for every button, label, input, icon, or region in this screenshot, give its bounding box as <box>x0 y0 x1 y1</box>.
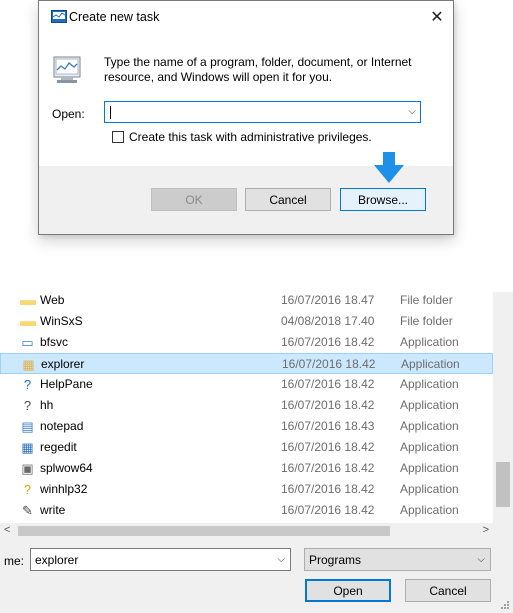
chevron-down-icon[interactable]: ⌵ <box>408 106 416 117</box>
admin-privileges-checkbox[interactable] <box>112 131 124 143</box>
file-type: File folder <box>400 314 453 328</box>
file-dialog-bottom-bar: me: explorer ⌵ Programs ⌵ Open Cancel <box>0 539 513 613</box>
file-row[interactable]: ▦ regedit 16/07/2016 18.42 Application <box>0 437 493 458</box>
file-row[interactable]: ▤ notepad 16/07/2016 18.43 Application <box>0 416 493 437</box>
printer-icon: ▣ <box>21 461 34 476</box>
close-icon[interactable]: ✕ <box>421 1 453 33</box>
cancel-file-button[interactable]: Cancel <box>405 579 491 602</box>
help-question-icon: ? <box>23 482 32 497</box>
file-date-modified: 16/07/2016 18.43 <box>281 419 375 433</box>
dialog-description: Type the name of a program, folder, docu… <box>104 55 412 84</box>
browse-button[interactable]: Browse... <box>340 188 426 211</box>
file-type: Application <box>400 440 459 454</box>
dialog-titlebar: Create new task ✕ <box>39 1 453 33</box>
file-name: splwow64 <box>40 461 93 475</box>
file-type: Application <box>400 335 459 349</box>
file-date-modified: 04/08/2018 17.40 <box>281 314 375 328</box>
file-row[interactable]: ▣ splwow64 16/07/2016 18.42 Application <box>0 458 493 479</box>
file-row[interactable]: ? HelpPane 16/07/2016 18.42 Application <box>0 374 493 395</box>
file-row[interactable]: ▬ WinSxS 04/08/2018 17.40 File folder <box>0 311 493 332</box>
file-row[interactable]: ? winhlp32 16/07/2016 18.42 Application <box>0 479 493 500</box>
vertical-scrollbar[interactable] <box>493 292 513 539</box>
file-date-modified: 16/07/2016 18.42 <box>281 440 375 454</box>
file-type: Application <box>400 398 459 412</box>
run-program-icon <box>53 56 81 83</box>
file-row[interactable]: ▭ bfsvc 16/07/2016 18.42 Application <box>0 332 493 353</box>
file-date-modified: 16/07/2016 18.42 <box>281 377 375 391</box>
file-type: Application <box>400 461 459 475</box>
chevron-down-icon[interactable]: ⌵ <box>277 554 285 565</box>
filetype-select[interactable]: Programs ⌵ <box>304 548 491 571</box>
file-type: Application <box>400 377 459 391</box>
file-name: hh <box>40 398 54 412</box>
help-file-icon: ? <box>23 398 32 413</box>
chevron-down-icon[interactable]: ⌵ <box>477 554 485 565</box>
scroll-right-icon[interactable]: > <box>483 524 489 536</box>
filename-label: me: <box>4 554 25 568</box>
file-name: write <box>40 503 66 517</box>
file-row[interactable]: ▬ Web 16/07/2016 18.47 File folder <box>0 290 493 311</box>
open-label: Open: <box>52 107 85 121</box>
cancel-button[interactable]: Cancel <box>245 188 331 211</box>
text-caret <box>110 106 111 119</box>
file-date-modified: 16/07/2016 18.47 <box>281 293 375 307</box>
file-name: HelpPane <box>40 377 93 391</box>
admin-privileges-label[interactable]: Create this task with administrative pri… <box>129 130 372 144</box>
file-name: WinSxS <box>40 314 83 328</box>
wordpad-icon: ✎ <box>22 503 33 518</box>
folder-icon: ▬ <box>20 292 36 309</box>
file-name: bfsvc <box>40 335 69 349</box>
file-name: notepad <box>40 419 84 433</box>
file-row[interactable]: ✎ write 16/07/2016 18.42 Application <box>0 500 493 521</box>
open-button[interactable]: Open <box>305 579 391 602</box>
file-date-modified: 16/07/2016 18.42 <box>282 357 376 371</box>
file-name: Web <box>40 293 65 307</box>
ok-button[interactable]: OK <box>151 188 237 211</box>
notepad-icon: ▤ <box>21 419 34 434</box>
file-type: Application <box>400 503 459 517</box>
file-name: explorer <box>41 357 85 371</box>
file-type: Application <box>400 482 459 496</box>
file-row[interactable]: ? hh 16/07/2016 18.42 Application <box>0 395 493 416</box>
resize-grip-icon[interactable] <box>500 600 510 610</box>
explorer-icon: ▦ <box>22 357 35 372</box>
file-type: File folder <box>400 293 453 307</box>
file-date-modified: 16/07/2016 18.42 <box>281 482 375 496</box>
filetype-value: Programs <box>309 553 362 567</box>
registry-icon: ▦ <box>21 440 34 455</box>
file-name: regedit <box>40 440 77 454</box>
horizontal-scrollbar[interactable]: < > <box>0 523 493 539</box>
filename-value: explorer <box>35 553 79 567</box>
filename-input[interactable]: explorer ⌵ <box>30 548 291 571</box>
file-type: Application <box>400 419 459 433</box>
app-window-icon: ▭ <box>21 335 34 350</box>
task-manager-icon <box>51 10 67 23</box>
horizontal-scroll-thumb[interactable] <box>18 526 390 536</box>
create-new-task-dialog: Create new task ✕ Type the name of a pro… <box>38 0 454 235</box>
file-date-modified: 16/07/2016 18.42 <box>281 503 375 517</box>
folder-icon: ▬ <box>20 313 36 330</box>
file-list: ▬ Web 16/07/2016 18.47 File folder ▬ WinSxS 04… <box>0 292 513 539</box>
file-date-modified: 16/07/2016 18.42 <box>281 398 375 412</box>
open-combobox[interactable]: ⌵ <box>104 101 421 123</box>
help-icon: ? <box>23 377 32 392</box>
dialog-title: Create new task <box>69 10 160 24</box>
file-row[interactable]: ▦ explorer 16/07/2016 18.42 Application <box>0 353 493 374</box>
vertical-scroll-thumb[interactable] <box>496 462 510 507</box>
file-name: winhlp32 <box>40 482 88 496</box>
down-arrow-indicator-icon <box>374 152 404 183</box>
file-date-modified: 16/07/2016 18.42 <box>281 461 375 475</box>
scroll-left-icon[interactable]: < <box>4 524 10 536</box>
file-date-modified: 16/07/2016 18.42 <box>281 335 375 349</box>
file-type: Application <box>401 357 460 371</box>
